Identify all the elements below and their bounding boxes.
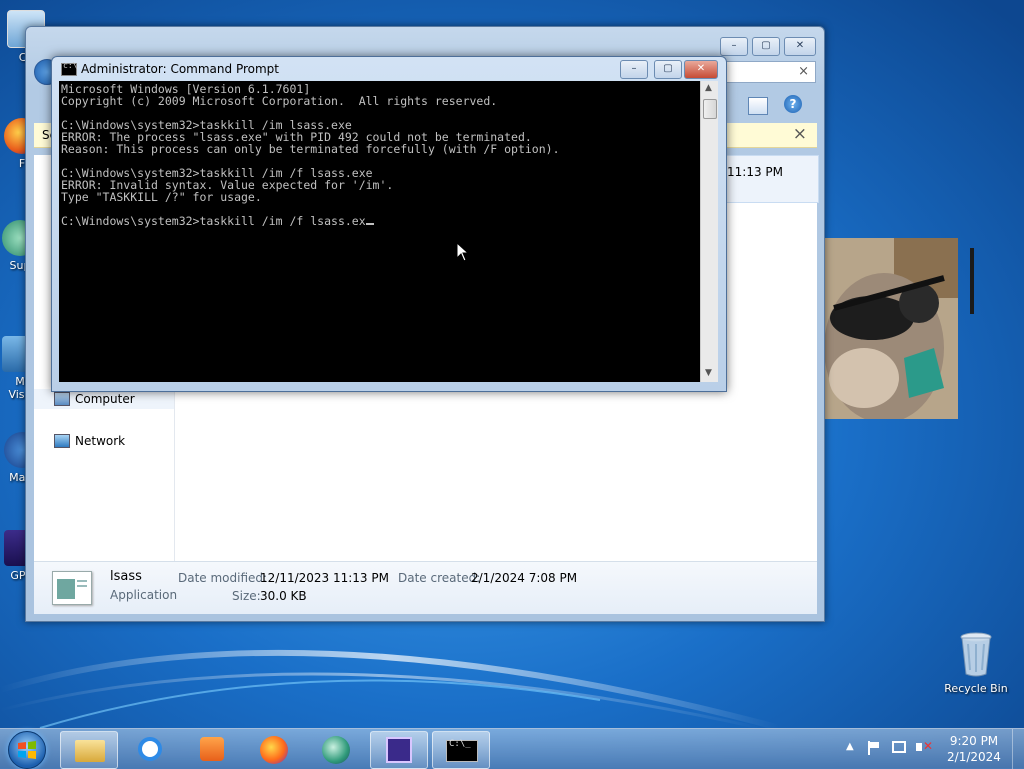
thin-window-edge [970, 248, 974, 314]
computer-small-icon [54, 392, 70, 406]
cmd-maximize-button[interactable]: ▢ [654, 60, 682, 79]
recycle-bin-label: Recycle Bin [944, 682, 1008, 695]
windows-logo-icon [18, 741, 36, 759]
notification-close-icon[interactable]: × [793, 124, 807, 144]
action-center-flag-icon[interactable] [868, 741, 880, 755]
details-modified-value: 12/11/2023 11:13 PM [260, 571, 389, 585]
clock-date[interactable]: 2/1/2024 [934, 750, 1014, 764]
details-size-value: 30.0 KB [260, 589, 307, 603]
cmd-title: Administrator: Command Prompt [81, 62, 279, 76]
nav-item-computer[interactable]: Computer [34, 389, 174, 409]
file-list-row-selected[interactable]: 11:13 PM [724, 155, 819, 203]
taskbar-ie-button[interactable] [122, 731, 178, 767]
taskbar-cmd-button[interactable]: C:\_ [432, 731, 490, 769]
taskbar-explorer-button[interactable] [60, 731, 118, 769]
clock-time[interactable]: 9:20 PM [934, 734, 1014, 748]
cmd-console[interactable]: Microsoft Windows [Version 6.1.7601] Cop… [59, 81, 700, 382]
show-hidden-icons-arrow[interactable]: ▲ [846, 741, 854, 752]
firefox-icon [260, 736, 288, 764]
details-pane: lsass Application Date modified: 12/11/2… [34, 561, 817, 614]
console-output: Microsoft Windows [Version 6.1.7601] Cop… [61, 82, 560, 228]
help-icon[interactable]: ? [784, 95, 802, 113]
internet-explorer-icon [138, 737, 162, 761]
details-file-name: lsass [110, 569, 142, 584]
explorer-close-button[interactable]: ✕ [784, 37, 816, 56]
folder-icon [75, 740, 105, 762]
recycle-bin-icon [960, 632, 992, 677]
command-prompt-window[interactable]: c:\ Administrator: Command Prompt – ▢ ✕ … [51, 56, 727, 392]
volume-muted-icon[interactable]: ✕ [916, 739, 933, 755]
taskbar: C:\_ ▲ ✕ 9:20 PM 2/1/2024 [0, 728, 1024, 769]
cmd-close-button[interactable]: ✕ [684, 60, 718, 79]
console-cursor [365, 223, 374, 225]
details-size-label: Size: [232, 589, 261, 603]
network-tray-icon[interactable] [892, 741, 906, 753]
cmd-titlebar[interactable]: c:\ Administrator: Command Prompt – ▢ ✕ [52, 57, 726, 81]
media-player-icon [200, 737, 224, 761]
details-modified-label: Date modified: [178, 571, 268, 585]
taskbar-process-hacker-button[interactable] [370, 731, 428, 769]
app-icon [322, 736, 350, 764]
file-modified-time: 11:13 PM [727, 165, 783, 179]
details-file-type: Application [110, 588, 178, 602]
desktop-icon-recycle-bin[interactable]: Recycle Bin [938, 630, 1014, 695]
start-button[interactable] [8, 731, 46, 769]
cmd-icon: C:\_ [446, 739, 478, 762]
details-created-value: 2/1/2024 7:08 PM [471, 571, 578, 585]
photo-chimp-sunglasses [824, 238, 958, 419]
nav-item-label: Network [75, 434, 126, 448]
explorer-minimize-button[interactable]: – [720, 37, 748, 56]
details-created-label: Date created: [398, 571, 481, 585]
cmd-vertical-scrollbar[interactable]: ▲ ▼ [700, 81, 718, 382]
show-desktop-button[interactable] [1012, 729, 1024, 769]
nav-item-label: Computer [75, 392, 135, 406]
explorer-maximize-button[interactable]: ▢ [752, 37, 780, 56]
scroll-up-arrow[interactable]: ▲ [705, 83, 712, 93]
nav-item-network[interactable]: Network [34, 431, 174, 451]
taskbar-media-player-button[interactable] [184, 731, 240, 767]
taskbar-app-button[interactable] [308, 731, 364, 767]
process-icon [386, 737, 412, 763]
file-app-icon [52, 571, 92, 605]
scroll-thumb[interactable] [703, 99, 717, 119]
network-small-icon [54, 434, 70, 448]
search-clear-icon[interactable]: × [798, 64, 809, 79]
cmd-window-icon: c:\ [61, 61, 77, 76]
search-box[interactable]: × [726, 61, 816, 83]
mouse-pointer-icon [456, 242, 470, 262]
preview-pane-icon[interactable] [748, 97, 768, 115]
cmd-minimize-button[interactable]: – [620, 60, 648, 79]
taskbar-firefox-button[interactable] [246, 731, 302, 767]
scroll-down-arrow[interactable]: ▼ [705, 368, 712, 378]
